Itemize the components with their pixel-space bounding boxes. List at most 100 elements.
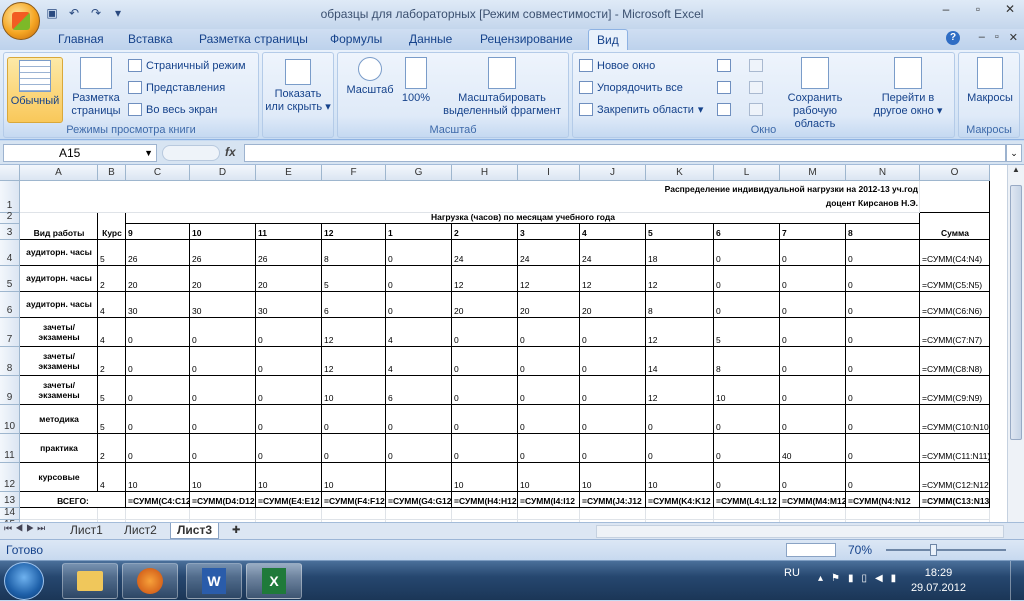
cell[interactable]	[98, 508, 126, 520]
cell[interactable]	[256, 508, 322, 520]
name-box[interactable]: A15 ▼	[3, 144, 157, 162]
tab-data[interactable]: Данные	[409, 32, 452, 46]
row-header[interactable]: 7	[0, 318, 20, 347]
value-cell[interactable]: 0	[256, 318, 322, 347]
value-cell[interactable]: 0	[452, 405, 518, 434]
tab-insert[interactable]: Вставка	[128, 32, 173, 46]
cell[interactable]	[190, 508, 256, 520]
cell[interactable]	[846, 508, 920, 520]
value-cell[interactable]: 12	[322, 318, 386, 347]
expand-formula-icon[interactable]: ⌄	[1006, 144, 1022, 162]
value-cell[interactable]: 8	[646, 292, 714, 318]
total-cell[interactable]: =СУММ(D4:D12	[190, 492, 256, 508]
value-cell[interactable]: 0	[452, 376, 518, 405]
value-cell[interactable]: 0	[646, 405, 714, 434]
column-header[interactable]: F	[322, 165, 386, 181]
header-month[interactable]: 7	[780, 224, 846, 240]
value-cell[interactable]: 0	[190, 318, 256, 347]
clock[interactable]: 18:29 29.07.2012	[911, 566, 966, 596]
page-break-preview-button[interactable]: Страничный режим	[128, 59, 246, 72]
sum-cell[interactable]: =СУММ(C6:N6)	[920, 292, 990, 318]
minimize-icon[interactable]: –	[936, 2, 956, 16]
value-cell[interactable]	[386, 463, 452, 492]
save-workspace-button[interactable]: Сохранить рабочую область	[773, 57, 857, 131]
course-cell[interactable]: 2	[98, 347, 126, 376]
cell[interactable]	[780, 508, 846, 520]
value-cell[interactable]: 0	[714, 434, 780, 463]
value-cell[interactable]: 0	[714, 292, 780, 318]
value-cell[interactable]: 20	[452, 292, 518, 318]
value-cell[interactable]: 0	[518, 434, 580, 463]
value-cell[interactable]: 24	[518, 240, 580, 266]
value-cell[interactable]: 0	[846, 266, 920, 292]
value-cell[interactable]: 0	[846, 240, 920, 266]
sync-scroll-icon[interactable]	[749, 81, 763, 94]
redo-icon[interactable]: ↷	[88, 5, 104, 21]
total-cell[interactable]: =СУММ(N4:N12	[846, 492, 920, 508]
total-cell[interactable]: =СУММ(H4:H12	[452, 492, 518, 508]
insert-function-icon[interactable]: fx	[225, 145, 236, 159]
value-cell[interactable]: 0	[190, 405, 256, 434]
tab-page-layout[interactable]: Разметка страницы	[199, 32, 308, 46]
start-button[interactable]	[4, 562, 44, 600]
value-cell[interactable]: 12	[322, 347, 386, 376]
value-cell[interactable]: 0	[322, 405, 386, 434]
tab-review[interactable]: Рецензирование	[480, 32, 573, 46]
header-load[interactable]: Нагрузка (часов) по месяцам учебного год…	[126, 213, 920, 224]
work-type-cell[interactable]: зачеты/ экзамены	[20, 347, 98, 376]
value-cell[interactable]: 0	[190, 434, 256, 463]
row-header[interactable]: 12	[0, 463, 20, 492]
value-cell[interactable]: 0	[452, 434, 518, 463]
value-cell[interactable]: 26	[126, 240, 190, 266]
value-cell[interactable]: 8	[322, 240, 386, 266]
scroll-thumb[interactable]	[1010, 185, 1022, 440]
zoom-100-button[interactable]: 100%	[398, 57, 434, 105]
sum-cell[interactable]: =СУММ(C4:N4)	[920, 240, 990, 266]
value-cell[interactable]: 0	[518, 318, 580, 347]
wb-close-icon[interactable]: ✕	[1009, 31, 1018, 44]
value-cell[interactable]: 10	[714, 376, 780, 405]
column-header[interactable]: L	[714, 165, 780, 181]
header-work-type[interactable]: Вид работы	[20, 213, 98, 240]
value-cell[interactable]: 0	[190, 376, 256, 405]
page-layout-button[interactable]: Разметка страницы	[68, 57, 124, 118]
value-cell[interactable]: 0	[322, 434, 386, 463]
value-cell[interactable]: 0	[256, 434, 322, 463]
language-indicator[interactable]: RU	[784, 567, 800, 579]
cell[interactable]	[920, 508, 990, 520]
sheet-tab-3[interactable]: Лист3	[170, 523, 220, 539]
value-cell[interactable]: 12	[646, 318, 714, 347]
taskbar-explorer[interactable]	[62, 563, 118, 599]
zoom-level[interactable]: 70%	[848, 543, 872, 557]
value-cell[interactable]: 20	[126, 266, 190, 292]
header-month[interactable]: 5	[646, 224, 714, 240]
total-cell[interactable]: =СУММ(E4:E12	[256, 492, 322, 508]
cell[interactable]	[386, 508, 452, 520]
value-cell[interactable]: 0	[126, 376, 190, 405]
value-cell[interactable]: 0	[846, 347, 920, 376]
sum-cell[interactable]: =СУММ(C9:N9)	[920, 376, 990, 405]
value-cell[interactable]: 10	[452, 463, 518, 492]
value-cell[interactable]: 40	[780, 434, 846, 463]
value-cell[interactable]: 10	[518, 463, 580, 492]
course-cell[interactable]: 4	[98, 318, 126, 347]
value-cell[interactable]: 0	[126, 405, 190, 434]
row-header[interactable]: 11	[0, 434, 20, 463]
total-cell[interactable]: =СУММ(J4:J12	[580, 492, 646, 508]
wb-restore-icon[interactable]: ▫	[995, 31, 999, 44]
sum-cell[interactable]: =СУММ(C8:N8)	[920, 347, 990, 376]
cell[interactable]	[452, 508, 518, 520]
value-cell[interactable]: 20	[256, 266, 322, 292]
value-cell[interactable]: 0	[580, 376, 646, 405]
header-month[interactable]: 6	[714, 224, 780, 240]
value-cell[interactable]: 0	[780, 240, 846, 266]
row-header[interactable]: 8	[0, 347, 20, 376]
sheet-title[interactable]: Распределение индивидуальной нагрузки на…	[20, 181, 920, 213]
value-cell[interactable]: 0	[780, 292, 846, 318]
column-header[interactable]: K	[646, 165, 714, 181]
value-cell[interactable]: 0	[580, 405, 646, 434]
macros-button[interactable]: Макросы	[961, 57, 1019, 105]
work-type-cell[interactable]: аудиторн. часы	[20, 266, 98, 292]
view-side-by-side-icon[interactable]	[749, 59, 763, 72]
value-cell[interactable]: 10	[646, 463, 714, 492]
